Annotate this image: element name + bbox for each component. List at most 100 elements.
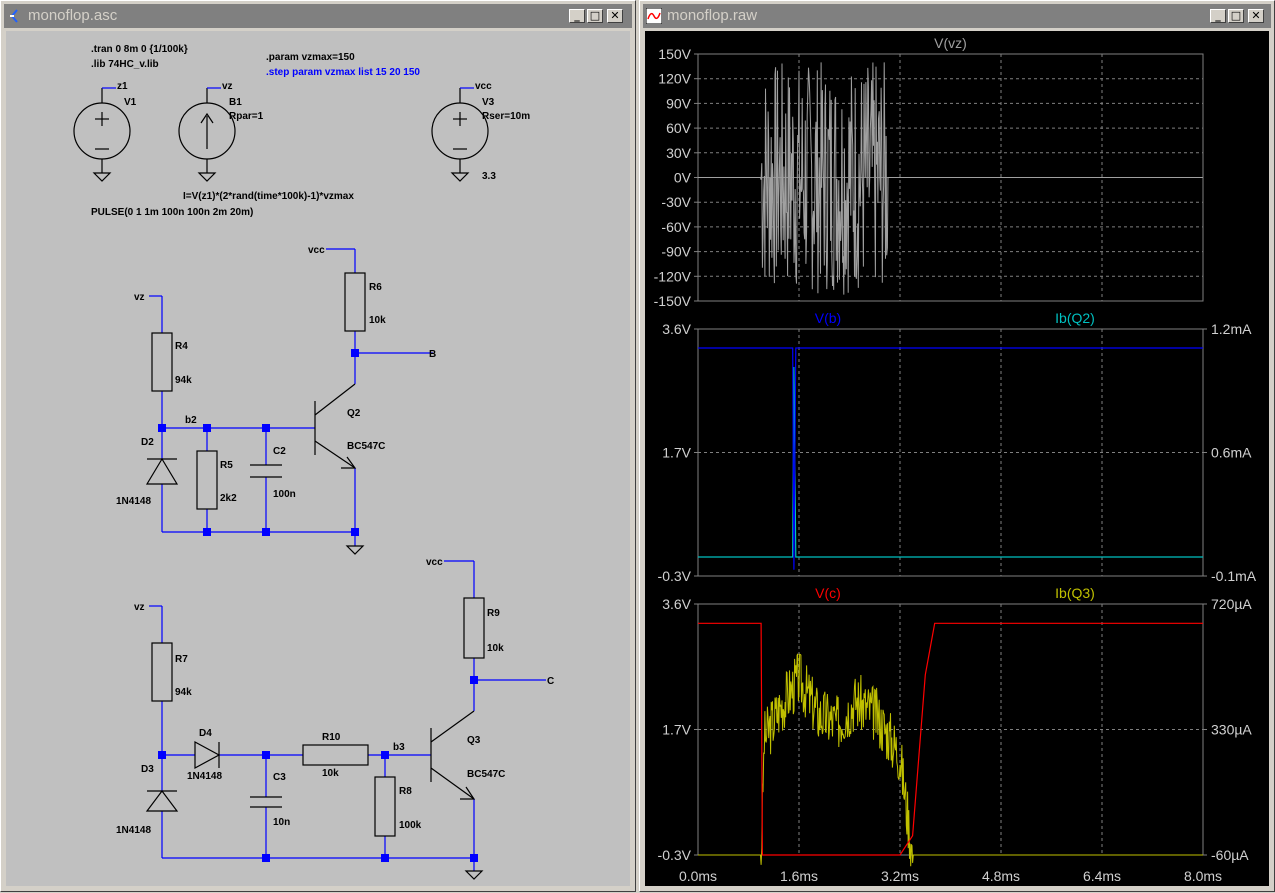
r9-resistor[interactable] xyxy=(463,597,485,659)
waveform-window[interactable]: monoflop.raw _ □ ✕ 150V 120V 90V 60V 30V 0V -3… xyxy=(639,0,1275,892)
v3-net-label: vcc xyxy=(475,81,492,92)
r5-value[interactable]: 2k2 xyxy=(220,493,237,504)
r4-value[interactable]: 94k xyxy=(175,375,192,386)
vz-trace xyxy=(698,62,1203,295)
param-directive[interactable]: .param vzmax=150 xyxy=(266,52,355,63)
maximize-button[interactable]: □ xyxy=(1228,9,1244,23)
d4-value[interactable]: 1N4148 xyxy=(187,771,222,782)
y-tick-label: 0V xyxy=(674,170,692,186)
y-tick-label: -90V xyxy=(661,244,691,260)
d3-name: D3 xyxy=(141,764,154,775)
v1-name: V1 xyxy=(124,97,137,108)
ground-icon xyxy=(464,870,484,880)
lib-directive[interactable]: .lib 74HC_v.lib xyxy=(91,59,159,70)
c2-name: C2 xyxy=(273,446,286,457)
y-tick-label: 60V xyxy=(666,120,692,136)
schematic-window[interactable]: monoflop.asc _ □ ✕ .tran 0 8m 0 {1/100k}… xyxy=(0,0,636,892)
y-tick-label: 150V xyxy=(658,46,691,62)
b1-net-label: vz xyxy=(222,81,233,92)
r4-net-label: vz xyxy=(134,292,145,303)
vb-trace xyxy=(698,347,1203,570)
schematic-drawing[interactable]: .tran 0 8m 0 {1/100k} .lib 74HC_v.lib .p… xyxy=(6,31,632,888)
q3-value[interactable]: BC547C xyxy=(467,769,505,780)
ib-q3-trace xyxy=(698,653,1203,867)
trace-label: V(b) xyxy=(815,310,841,326)
v3-value[interactable]: 3.3 xyxy=(482,171,496,182)
waveform-window-title: monoflop.raw xyxy=(667,7,758,24)
r6-value[interactable]: 10k xyxy=(369,315,386,326)
r9-net-label: vcc xyxy=(426,557,443,568)
c2-value[interactable]: 100n xyxy=(273,489,296,500)
d2-diode[interactable] xyxy=(145,457,179,485)
r7-resistor[interactable] xyxy=(151,642,173,702)
q2-transistor[interactable] xyxy=(314,383,357,469)
d2-value[interactable]: 1N4148 xyxy=(116,496,151,507)
r5-resistor[interactable] xyxy=(196,450,218,510)
c3-value[interactable]: 10n xyxy=(273,817,290,828)
y-tick-label: -30V xyxy=(661,194,691,210)
schematic-canvas[interactable]: .tran 0 8m 0 {1/100k} .lib 74HC_v.lib .p… xyxy=(6,31,630,886)
minimize-button[interactable]: _ xyxy=(1210,9,1226,23)
b1-name: B1 xyxy=(229,97,242,108)
d4-diode[interactable] xyxy=(194,740,221,770)
waveform-plot-area[interactable]: 150V 120V 90V 60V 30V 0V -30V -60V -90V -120V -150… xyxy=(645,31,1269,886)
b1-current-source[interactable] xyxy=(178,87,236,182)
y-tick-label: 90V xyxy=(666,95,692,111)
r6-name: R6 xyxy=(369,282,382,293)
v1-voltage-source[interactable] xyxy=(73,87,131,182)
r6-resistor[interactable] xyxy=(344,272,366,332)
y-tick-label: -0.3V xyxy=(658,847,692,863)
close-button[interactable]: ✕ xyxy=(607,9,623,23)
r5-name: R5 xyxy=(220,460,233,471)
c2-capacitor[interactable] xyxy=(250,464,282,478)
b-net-label: B xyxy=(429,349,436,360)
close-button[interactable]: ✕ xyxy=(1248,9,1264,23)
v1-value[interactable]: PULSE(0 1 1m 100n 100n 2m 20m) xyxy=(91,207,253,218)
y-tick-label: -0.3V xyxy=(658,568,692,584)
r10-name: R10 xyxy=(322,732,341,743)
v3-voltage-source[interactable] xyxy=(431,87,489,182)
q2-value[interactable]: BC547C xyxy=(347,441,385,452)
y2-tick-label: -60µA xyxy=(1211,847,1249,863)
tran-directive[interactable]: .tran 0 8m 0 {1/100k} xyxy=(91,44,188,55)
x-tick-label: 4.8ms xyxy=(982,868,1020,884)
trace-label: V(c) xyxy=(815,585,841,601)
d3-value[interactable]: 1N4148 xyxy=(116,825,151,836)
maximize-button[interactable]: □ xyxy=(587,9,603,23)
minimize-button[interactable]: _ xyxy=(569,9,585,23)
step-directive[interactable]: .step param vzmax list 15 20 150 xyxy=(266,67,420,78)
r8-resistor[interactable] xyxy=(374,776,396,837)
y-tick-label: 3.6V xyxy=(662,321,691,337)
c3-name: C3 xyxy=(273,772,286,783)
r8-value[interactable]: 100k xyxy=(399,820,422,831)
v3-name: V3 xyxy=(482,97,495,108)
schematic-titlebar[interactable]: monoflop.asc _ □ ✕ xyxy=(4,4,632,28)
y2-tick-label: 0.6mA xyxy=(1211,445,1252,461)
r7-value[interactable]: 94k xyxy=(175,687,192,698)
r9-value[interactable]: 10k xyxy=(487,643,504,654)
r7-name: R7 xyxy=(175,654,188,665)
x-tick-label: 1.6ms xyxy=(780,868,818,884)
y-tick-label: 3.6V xyxy=(662,596,691,612)
c3-capacitor[interactable] xyxy=(250,796,282,808)
v3-attr: Rser=10m xyxy=(482,111,530,122)
b1-value[interactable]: I=V(z1)*(2*rand(time*100k)-1)*vzmax xyxy=(183,191,354,202)
ib-q2-trace xyxy=(698,366,1203,558)
q3-transistor[interactable] xyxy=(430,710,476,800)
c-net-label: C xyxy=(547,676,554,687)
d4-name: D4 xyxy=(199,728,212,739)
y-tick-label: 1.7V xyxy=(662,445,691,461)
y-tick-label: -120V xyxy=(654,268,692,284)
waveform-titlebar[interactable]: monoflop.raw _ □ ✕ xyxy=(643,4,1271,28)
y2-tick-label: 720µA xyxy=(1211,596,1252,612)
y2-tick-label: 1.2mA xyxy=(1211,321,1252,337)
q3-name: Q3 xyxy=(467,735,481,746)
stage2-junctions xyxy=(158,676,478,862)
y-tick-label: -150V xyxy=(654,293,692,309)
r10-value[interactable]: 10k xyxy=(322,768,339,779)
d3-diode[interactable] xyxy=(145,790,179,812)
r10-resistor[interactable] xyxy=(302,744,369,766)
ground-icon xyxy=(345,545,365,555)
r4-resistor[interactable] xyxy=(151,332,173,392)
waveform-plot[interactable]: 150V 120V 90V 60V 30V 0V -30V -60V -90V -120V -150… xyxy=(645,31,1271,888)
